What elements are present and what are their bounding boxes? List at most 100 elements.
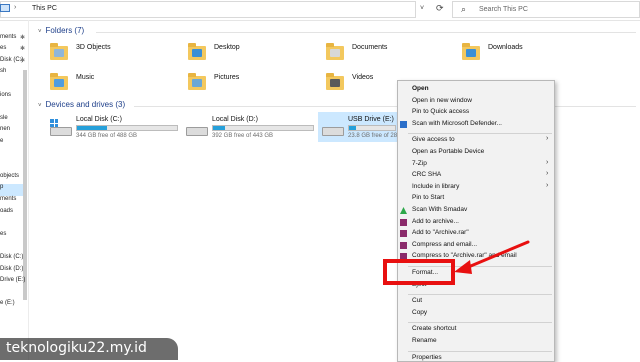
pin-icon: ✱	[20, 57, 26, 64]
menu-item-scan-with-microsoft-defender[interactable]: Scan with Microsoft Defender...	[412, 120, 502, 127]
folder-badge	[466, 49, 476, 57]
nav-item[interactable]: e (E:)	[0, 300, 15, 306]
search-icon: ⌕	[461, 4, 467, 14]
menu-item-pin-to-start[interactable]: Pin to Start	[412, 194, 444, 201]
folder-label[interactable]: Music	[76, 74, 94, 81]
folder-label[interactable]: Pictures	[214, 74, 239, 81]
nav-item[interactable]: es	[0, 45, 6, 51]
nav-item[interactable]: ions	[0, 92, 11, 98]
menu-item-rename[interactable]: Rename	[412, 337, 437, 344]
winrar-icon	[400, 241, 407, 249]
folder-badge	[192, 79, 202, 87]
breadcrumb-chevron-icon[interactable]: ›	[14, 4, 16, 11]
nav-item[interactable]: sh	[0, 68, 6, 74]
hard-disk-icon[interactable]	[186, 127, 208, 136]
nav-scrollbar[interactable]	[23, 70, 27, 300]
menu-separator	[408, 133, 552, 135]
menu-item-open-as-portable-device[interactable]: Open as Portable Device	[412, 148, 484, 155]
hard-disk-icon[interactable]	[50, 119, 72, 136]
downloads-folder-icon[interactable]	[462, 43, 480, 60]
defender-icon	[400, 120, 407, 128]
folder-label[interactable]: Videos	[352, 74, 373, 81]
nav-item[interactable]: objects	[0, 173, 19, 179]
pin-icon: ✱	[20, 46, 26, 53]
drive-label[interactable]: Local Disk (C:)	[76, 116, 122, 123]
nav-item[interactable]: sle	[0, 115, 8, 121]
nav-item[interactable]: es	[0, 231, 6, 237]
watermark: teknologiku22.my.id	[0, 338, 178, 360]
nav-item[interactable]: ments	[0, 34, 16, 40]
drive-usage-fill	[213, 126, 225, 130]
submenu-arrow-icon: ›	[546, 170, 549, 178]
folder-label[interactable]: Desktop	[214, 44, 240, 51]
menu-item-copy[interactable]: Copy	[412, 309, 427, 316]
music-folder-icon[interactable]	[50, 73, 68, 90]
menu-item-create-shortcut[interactable]: Create shortcut	[412, 325, 456, 332]
folder-label[interactable]: Downloads	[488, 44, 523, 51]
address-dropdown-icon[interactable]: ˅	[420, 5, 424, 12]
collapse-chevron-icon: ˅	[38, 29, 42, 35]
folder-badge	[330, 79, 340, 87]
folder-badge	[54, 79, 64, 87]
red-arrow-annotation	[454, 240, 530, 274]
nav-item[interactable]: Disk (D:)	[0, 266, 23, 272]
menu-separator	[408, 350, 552, 352]
videos-folder-icon[interactable]	[326, 73, 344, 90]
menu-item-open[interactable]: Open	[412, 85, 429, 92]
documents-folder-icon[interactable]	[326, 43, 344, 60]
drive-free-space: 392 GB free of 443 GB	[212, 133, 274, 139]
nav-item[interactable]: oads	[0, 208, 13, 214]
nav-item[interactable]: p	[0, 184, 3, 190]
nav-item[interactable]: nen	[0, 126, 10, 132]
menu-separator	[408, 322, 552, 324]
desktop-folder-icon[interactable]	[188, 43, 206, 60]
section-divider	[134, 106, 636, 107]
menu-separator	[408, 294, 552, 296]
3d-objects-folder-icon[interactable]	[50, 43, 68, 60]
smadav-icon	[400, 207, 407, 214]
pictures-folder-icon[interactable]	[188, 73, 206, 90]
winrar-icon	[400, 218, 407, 226]
drive-label[interactable]: Local Disk (D:)	[212, 116, 258, 123]
menu-item-include-in-library[interactable]: Include in library	[412, 183, 459, 190]
menu-item-scan-with-smadav[interactable]: Scan With Smadav	[412, 206, 467, 213]
pin-icon: ✱	[20, 34, 26, 41]
this-pc-icon	[0, 4, 10, 12]
collapse-chevron-icon: ˅	[38, 103, 42, 109]
drives-section-header[interactable]: ˅ Devices and drives (3)	[38, 100, 125, 109]
folder-label[interactable]: Documents	[352, 44, 387, 51]
refresh-icon[interactable]: ⟳	[436, 3, 444, 14]
section-divider	[96, 32, 636, 33]
drive-label[interactable]: USB Drive (E:)	[348, 116, 394, 123]
watermark-text: teknologiku22.my.id	[6, 340, 147, 356]
breadcrumb-this-pc[interactable]: This PC	[32, 5, 57, 12]
nav-item[interactable]: Drive (E:)	[0, 277, 25, 283]
menu-item-cut[interactable]: Cut	[412, 297, 422, 304]
search-input[interactable]: ⌕ Search This PC	[452, 1, 640, 18]
folder-label[interactable]: 3D Objects	[76, 44, 111, 51]
drive-usage-bar	[212, 125, 314, 131]
menu-item-give-access-to[interactable]: Give access to	[412, 136, 455, 143]
drives-section-title: Devices and drives (3)	[45, 100, 126, 109]
submenu-arrow-icon: ›	[546, 158, 549, 166]
nav-item[interactable]: e	[0, 138, 3, 144]
menu-item-pin-to-quick-access[interactable]: Pin to Quick access	[412, 108, 469, 115]
windows-logo-icon	[50, 119, 58, 127]
nav-item[interactable]: Disk (C:)	[0, 254, 23, 260]
drive-usage-fill	[349, 126, 356, 130]
menu-item-add-to-archive[interactable]: Add to archive...	[412, 218, 459, 225]
address-box[interactable]	[0, 1, 416, 18]
folders-section-header[interactable]: ˅ Folders (7)	[38, 26, 84, 35]
search-placeholder: Search This PC	[479, 6, 528, 13]
menu-item-open-in-new-window[interactable]: Open in new window	[412, 97, 472, 104]
menu-item-crc-sha[interactable]: CRC SHA	[412, 171, 441, 178]
folders-section-title: Folders (7)	[45, 26, 85, 35]
menu-item-7-zip[interactable]: 7-Zip	[412, 160, 427, 167]
submenu-arrow-icon: ›	[546, 135, 549, 143]
submenu-arrow-icon: ›	[546, 181, 549, 189]
winrar-icon	[400, 230, 407, 238]
folder-badge	[330, 49, 340, 57]
nav-item[interactable]: ments	[0, 196, 16, 202]
navigation-pane: ments ✱ es ✱ Disk (C:) ✱ sh ions sle nen e objects p…	[0, 20, 29, 360]
usb-drive-icon[interactable]	[322, 127, 344, 136]
